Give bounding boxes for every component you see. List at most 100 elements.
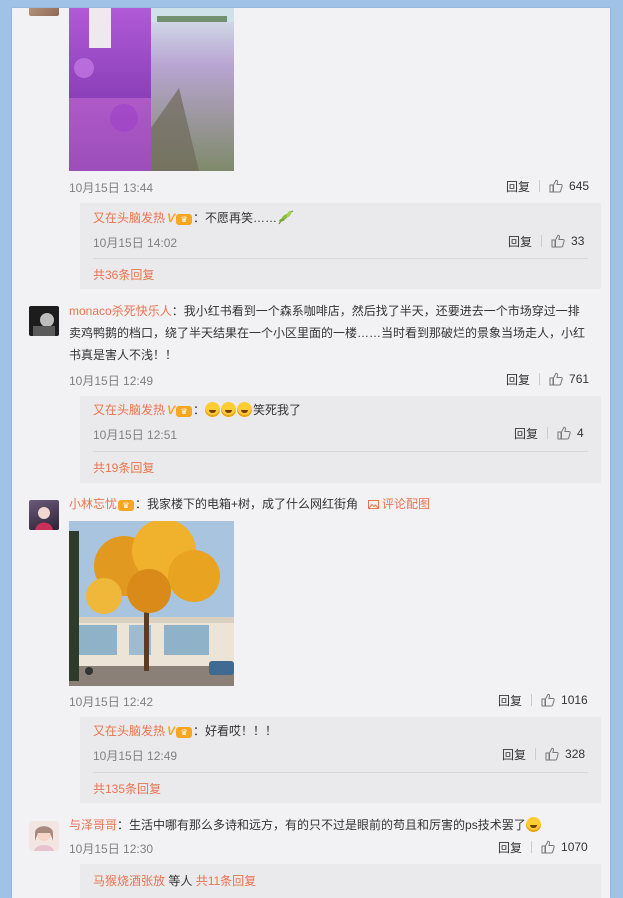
like-count: 328	[565, 747, 586, 761]
sub-reply-username[interactable]: 马猴烧酒张放	[93, 874, 165, 888]
comment-text: monaco杀死快乐人：我小红书看到一个森系咖啡店，然后找了半天，还要进去一个市…	[69, 300, 589, 366]
sub-reply-box: 又在头脑发热 V ♛ ：不愿再笑…… 10月15日 14:02 回复 33 共36条回…	[80, 203, 601, 289]
laughing-emoji-icon	[237, 402, 253, 417]
verified-v-icon: V	[167, 211, 176, 225]
divider	[93, 258, 588, 259]
sub-reply-actions: 回复 33	[508, 233, 584, 249]
avatar-image	[34, 826, 54, 851]
comment-picture-link[interactable]: 评论配图	[368, 497, 430, 511]
like-count: 761	[569, 372, 590, 386]
sub-reply-summary: 马猴烧酒张放 等人 共11条回复	[93, 870, 256, 892]
like-count: 1070	[561, 840, 588, 854]
like-count: 4	[577, 426, 584, 440]
sub-reply-box: 又在头脑发热 V ♛： 笑死我了 10月15日 12:51 回复 4 共19条回复	[80, 396, 601, 483]
avatar[interactable]	[29, 306, 59, 336]
thumbs-up-icon[interactable]	[557, 426, 571, 440]
comment-time: 10月15日 12:49	[69, 374, 154, 388]
divider	[535, 748, 537, 760]
more-replies-link[interactable]: 共135条回复	[93, 780, 161, 797]
comment-time: 10月15日 12:30	[69, 842, 154, 856]
avatar[interactable]	[29, 500, 59, 530]
sub-reply-content: 笑死我了	[253, 403, 302, 417]
like-count: 645	[569, 179, 590, 193]
more-replies-link[interactable]: 共36条回复	[93, 266, 154, 283]
level-badge-icon: ♛	[118, 500, 135, 511]
image-icon	[368, 500, 380, 509]
laughing-emoji-icon	[221, 402, 237, 417]
divider	[547, 427, 549, 439]
comment-username[interactable]: monaco杀死快乐人	[69, 304, 172, 318]
sub-reply-text: 又在头脑发热 V ♛： 笑死我了	[93, 399, 301, 421]
divider	[531, 841, 533, 853]
avatar-image	[33, 313, 55, 336]
laughing-emoji-icon	[205, 402, 221, 417]
like-count: 1016	[561, 693, 588, 707]
sub-reply-username[interactable]: 又在头脑发热	[93, 211, 165, 225]
verified-v-icon: V	[167, 724, 176, 738]
leaf-emoji-icon	[278, 210, 294, 225]
sub-reply-username[interactable]: 又在头脑发热	[93, 724, 165, 738]
divider	[93, 772, 588, 773]
divider	[541, 235, 543, 247]
level-badge-icon: ♛	[176, 727, 193, 738]
flowers-image	[69, 8, 234, 171]
comment-photo-tree[interactable]	[69, 521, 234, 686]
reply-button[interactable]: 回复	[508, 233, 532, 250]
comment-content: ：我家楼下的电箱+树，成了什么网红街角	[135, 497, 359, 511]
level-badge-icon: ♛	[176, 406, 193, 417]
sub-reply-box: 又在头脑发热 V ♛ ：好看哎！！！ 10月15日 12:49 回复 328 共135…	[80, 717, 601, 803]
comment-username[interactable]: 与泽哥哥	[69, 818, 117, 832]
thumbs-up-icon[interactable]	[541, 693, 555, 707]
reply-button[interactable]: 回复	[498, 692, 522, 709]
divider	[531, 694, 533, 706]
sub-reply-time: 10月15日 12:49	[93, 749, 178, 763]
more-replies-link[interactable]: 共19条回复	[93, 459, 154, 476]
sub-reply-text: 又在头脑发热 V ♛ ：不愿再笑……	[93, 207, 295, 229]
comment-actions: 回复 761	[506, 371, 589, 387]
more-replies-link[interactable]: 共11条回复	[196, 874, 256, 888]
level-badge-icon: ♛	[176, 214, 193, 225]
comment-photo-flowers[interactable]	[69, 8, 234, 171]
sub-reply-actions: 回复 4	[514, 425, 584, 441]
comment-username[interactable]: 小林忘忧	[69, 497, 117, 511]
comment-content: ：生活中哪有那么多诗和远方，有的只不过是眼前的苟且和厉害的ps技术罢了	[117, 818, 526, 832]
comment-time: 10月15日 12:42	[69, 695, 154, 709]
thumbs-up-icon[interactable]	[541, 840, 555, 854]
sub-reply-box: 马猴烧酒张放 等人 共11条回复	[80, 864, 601, 898]
sub-reply-content: 等人	[165, 874, 196, 888]
divider	[93, 451, 588, 452]
comment-text: 与泽哥哥：生活中哪有那么多诗和远方，有的只不过是眼前的苟且和厉害的ps技术罢了	[69, 814, 599, 836]
thumbs-up-icon[interactable]	[545, 747, 559, 761]
comment-text: 小林忘忧 ♛ ：我家楼下的电箱+树，成了什么网红街角 评论配图	[69, 493, 589, 515]
reply-button[interactable]: 回复	[506, 178, 530, 195]
sub-reply-actions: 回复 328	[502, 746, 585, 762]
tree-street-image	[69, 521, 234, 686]
sub-reply-prefix: ：	[193, 403, 206, 417]
sub-reply-time: 10月15日 14:02	[93, 236, 178, 250]
comment-actions: 回复 645	[506, 178, 589, 194]
comment-actions: 回复 1016	[498, 692, 588, 708]
thumbs-up-icon[interactable]	[551, 234, 565, 248]
comment-time: 10月15日 13:44	[69, 181, 154, 195]
sub-reply-username[interactable]: 又在头脑发热	[93, 403, 165, 417]
reply-button[interactable]: 回复	[498, 839, 522, 856]
divider	[539, 180, 541, 192]
reply-button[interactable]: 回复	[502, 746, 526, 763]
thumbs-up-icon[interactable]	[549, 372, 563, 386]
divider	[539, 373, 541, 385]
comment-panel: 10月15日 13:44 回复 645 又在头脑发热 V ♛ ：不愿再笑…… 10月1…	[12, 8, 610, 898]
thumbs-up-icon[interactable]	[549, 179, 563, 193]
comment-actions: 回复 1070	[498, 839, 588, 855]
avatar[interactable]	[29, 8, 59, 16]
reply-button[interactable]: 回复	[506, 371, 530, 388]
avatar-image	[35, 507, 53, 530]
avatar[interactable]	[29, 821, 59, 851]
sub-reply-content: ：不愿再笑……	[193, 211, 278, 225]
sub-reply-time: 10月15日 12:51	[93, 428, 178, 442]
reply-button[interactable]: 回复	[514, 425, 538, 442]
sub-reply-content: ：好看哎！！！	[193, 724, 278, 738]
verified-v-icon: V	[167, 403, 176, 417]
laughing-emoji-icon	[525, 817, 541, 832]
sub-reply-text: 又在头脑发热 V ♛ ：好看哎！！！	[93, 720, 277, 742]
like-count: 33	[571, 234, 585, 248]
